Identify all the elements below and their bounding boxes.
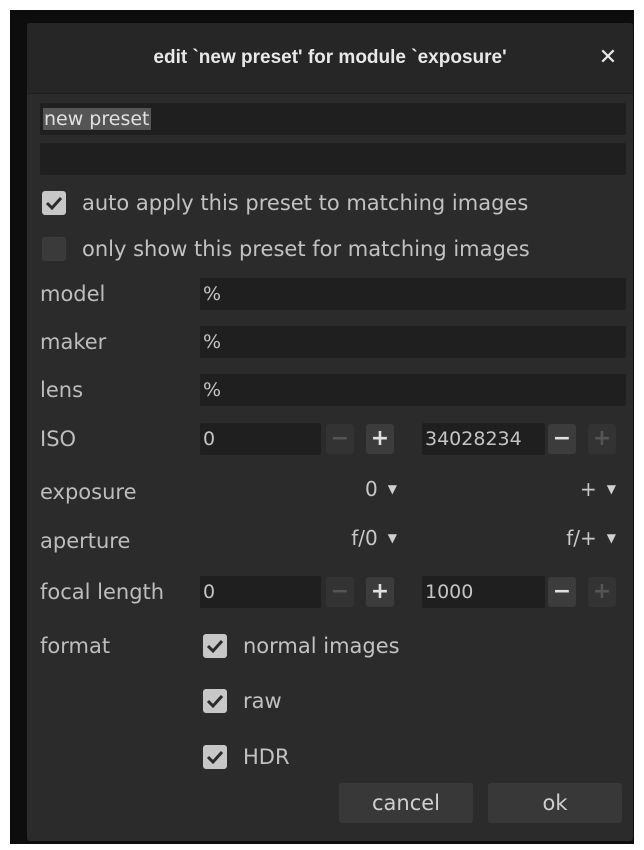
format-raw-label: raw	[243, 689, 282, 713]
checkmark-icon	[206, 750, 224, 765]
format-hdr-label: HDR	[243, 745, 290, 769]
format-normal-row[interactable]: normal images	[203, 629, 503, 663]
aperture-max-value: f/+	[566, 526, 597, 550]
iso-min-input[interactable]: 0	[200, 423, 321, 455]
dialog-titlebar: edit `new preset' for module `exposure' …	[27, 23, 633, 94]
only-show-checkbox[interactable]	[42, 237, 66, 261]
format-normal-checkbox[interactable]	[203, 634, 227, 658]
preset-name-text: new preset	[43, 108, 151, 130]
edit-preset-dialog: edit `new preset' for module `exposure' …	[27, 23, 633, 841]
model-label: model	[40, 282, 106, 306]
only-show-row[interactable]: only show this preset for matching image…	[42, 232, 622, 266]
exposure-max-value: +	[580, 477, 597, 501]
close-icon[interactable]: ✕	[593, 43, 623, 73]
lens-input[interactable]: %	[200, 374, 626, 406]
chevron-down-icon: ▼	[387, 531, 397, 545]
dialog-title: edit `new preset' for module `exposure'	[153, 47, 507, 68]
focal-max-decrement-button[interactable]: −	[548, 577, 576, 607]
iso-min-decrement-button[interactable]: −	[326, 424, 354, 454]
aperture-max-dropdown[interactable]: f/+ ▼	[497, 522, 616, 554]
focal-min-increment-button[interactable]: +	[366, 577, 394, 607]
checkmark-icon	[206, 694, 224, 709]
plus-icon: +	[592, 579, 612, 604]
exposure-min-value: 0	[365, 477, 378, 501]
minus-icon: −	[552, 426, 572, 451]
format-label: format	[40, 634, 111, 658]
cancel-button[interactable]: cancel	[339, 783, 473, 823]
format-raw-row[interactable]: raw	[203, 684, 503, 718]
iso-min-increment-button[interactable]: +	[366, 424, 394, 454]
exposure-label: exposure	[40, 480, 137, 504]
maker-label: maker	[40, 330, 107, 354]
chevron-down-icon: ▼	[606, 531, 616, 545]
aperture-min-dropdown[interactable]: f/0 ▼	[277, 522, 397, 554]
focal-min-input[interactable]: 0	[200, 576, 321, 608]
preset-description-input[interactable]	[40, 143, 626, 175]
chevron-down-icon: ▼	[606, 482, 616, 496]
format-hdr-checkbox[interactable]	[203, 745, 227, 769]
chevron-down-icon: ▼	[387, 482, 397, 496]
plus-icon: +	[370, 426, 390, 451]
checkmark-icon	[206, 639, 224, 654]
format-normal-label: normal images	[243, 634, 400, 658]
exposure-max-dropdown[interactable]: + ▼	[497, 473, 616, 505]
preset-name-input[interactable]: new preset	[40, 103, 626, 135]
aperture-label: aperture	[40, 529, 131, 553]
minus-icon: −	[552, 579, 572, 604]
minus-icon: −	[330, 579, 350, 604]
format-hdr-row[interactable]: HDR	[203, 740, 503, 774]
focal-max-increment-button[interactable]: +	[588, 577, 616, 607]
aperture-min-value: f/0	[351, 526, 378, 550]
only-show-label: only show this preset for matching image…	[82, 237, 530, 261]
model-input[interactable]: %	[200, 278, 626, 310]
plus-icon: +	[370, 579, 390, 604]
auto-apply-row[interactable]: auto apply this preset to matching image…	[42, 186, 622, 220]
exposure-min-dropdown[interactable]: 0 ▼	[277, 473, 397, 505]
iso-label: ISO	[40, 427, 77, 451]
iso-max-increment-button[interactable]: +	[588, 424, 616, 454]
plus-icon: +	[592, 426, 612, 451]
checkmark-icon	[45, 196, 63, 211]
auto-apply-checkbox[interactable]	[42, 191, 66, 215]
maker-input[interactable]: %	[200, 326, 626, 358]
minus-icon: −	[330, 426, 350, 451]
iso-max-input[interactable]: 34028234	[422, 423, 545, 455]
focal-max-input[interactable]: 1000	[422, 576, 545, 608]
ok-button[interactable]: ok	[488, 783, 622, 823]
format-raw-checkbox[interactable]	[203, 689, 227, 713]
iso-max-decrement-button[interactable]: −	[548, 424, 576, 454]
focal-min-decrement-button[interactable]: −	[326, 577, 354, 607]
lens-label: lens	[40, 378, 84, 402]
focal-length-label: focal length	[40, 580, 165, 604]
auto-apply-label: auto apply this preset to matching image…	[82, 191, 529, 215]
